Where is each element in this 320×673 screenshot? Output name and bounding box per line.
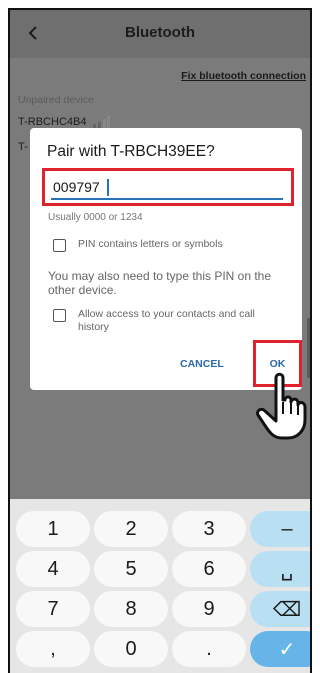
contacts-access-option[interactable]: Allow access to your contacts and call h… <box>53 308 268 334</box>
key-9[interactable]: 9 <box>172 591 246 627</box>
confirm-key[interactable]: ✓ <box>250 631 310 667</box>
pin-letters-option[interactable]: PIN contains letters or symbols <box>53 238 268 252</box>
pin-letters-label: PIN contains letters or symbols <box>78 238 223 250</box>
device-name: T-RBCHC4B4 <box>18 116 87 128</box>
space-key[interactable]: ␣ <box>250 551 310 587</box>
pin-note: You may also need to type this PIN on th… <box>48 269 272 297</box>
key-6[interactable]: 6 <box>172 551 246 587</box>
key-1[interactable]: 1 <box>16 511 90 547</box>
cancel-button[interactable]: CANCEL <box>180 358 224 370</box>
key-3[interactable]: 3 <box>172 511 246 547</box>
key-2[interactable]: 2 <box>94 511 168 547</box>
device-name: T- <box>18 141 28 153</box>
scroll-edge <box>307 318 310 378</box>
signal-icon <box>93 116 111 128</box>
device-row[interactable]: T-RBCHC4B4 <box>18 116 111 128</box>
dialog-title: Pair with T-RBCH39EE? <box>47 143 215 160</box>
key-comma[interactable]: , <box>16 631 90 667</box>
key-5[interactable]: 5 <box>94 551 168 587</box>
key-8[interactable]: 8 <box>94 591 168 627</box>
key-4[interactable]: 4 <box>16 551 90 587</box>
device-row[interactable]: T- <box>18 141 28 153</box>
pin-hint: Usually 0000 or 1234 <box>48 212 143 223</box>
ok-button[interactable]: OK <box>256 358 299 370</box>
app-bar: Bluetooth <box>10 10 310 58</box>
key-period[interactable]: . <box>172 631 246 667</box>
pair-dialog: Pair with T-RBCH39EE? Usually 0000 or 12… <box>30 128 302 390</box>
section-label: Unpaired device <box>18 94 94 106</box>
key-0[interactable]: 0 <box>94 631 168 667</box>
page-title: Bluetooth <box>125 24 195 41</box>
text-caret <box>107 179 109 196</box>
phone-screen: Bluetooth Fix bluetooth connection Unpai… <box>8 8 312 673</box>
key-7[interactable]: 7 <box>16 591 90 627</box>
contacts-access-label: Allow access to your contacts and call h… <box>78 308 255 333</box>
pointing-hand-icon <box>256 372 307 440</box>
contacts-access-checkbox[interactable] <box>53 309 66 322</box>
pin-input[interactable] <box>51 176 283 200</box>
numeric-keyboard: 1 2 3 – 4 5 6 ␣ 7 8 9 ⌫ , 0 . ✓ <box>10 499 310 673</box>
fix-bluetooth-link[interactable]: Fix bluetooth connection <box>181 70 306 82</box>
pin-letters-checkbox[interactable] <box>53 239 66 252</box>
backspace-key[interactable]: ⌫ <box>250 591 310 627</box>
key-minus[interactable]: – <box>250 511 310 547</box>
pin-input-highlight <box>42 168 294 206</box>
